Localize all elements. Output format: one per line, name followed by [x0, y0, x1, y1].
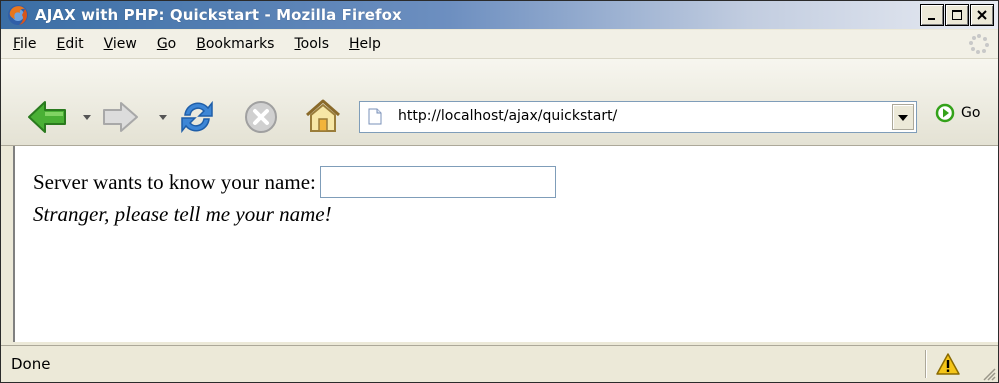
- firefox-logo-icon: [8, 5, 28, 25]
- name-prompt-label: Server wants to know your name:: [33, 169, 316, 194]
- minimize-icon: [928, 18, 935, 20]
- status-text: Done: [11, 355, 51, 373]
- maximize-icon: [952, 10, 962, 20]
- name-input[interactable]: [319, 166, 556, 198]
- forward-dropdown-icon[interactable]: [159, 115, 167, 120]
- url-bar[interactable]: http://localhost/ajax/quickstart/: [359, 101, 917, 133]
- menu-view[interactable]: View: [96, 36, 145, 52]
- menu-file[interactable]: File: [5, 36, 44, 52]
- close-icon: [977, 10, 987, 20]
- response-message: Stranger, please tell me your name!: [33, 202, 332, 226]
- back-arrow-icon[interactable]: [25, 97, 69, 137]
- home-icon[interactable]: [301, 95, 345, 137]
- chevron-down-icon: [898, 115, 908, 121]
- navigation-toolbar: http://localhost/ajax/quickstart/ Go: [1, 59, 998, 146]
- browser-window: AJAX with PHP: Quickstart - Mozilla Fire…: [0, 0, 999, 383]
- menu-go[interactable]: Go: [149, 36, 184, 52]
- url-history-dropdown[interactable]: [892, 104, 914, 130]
- status-separator: [925, 350, 926, 378]
- minimize-button[interactable]: [920, 4, 944, 26]
- menu-help[interactable]: Help: [341, 36, 389, 52]
- maximize-button[interactable]: [945, 4, 969, 26]
- go-arrow-icon: [935, 103, 955, 123]
- go-button[interactable]: Go: [935, 103, 980, 123]
- close-button[interactable]: [970, 4, 994, 26]
- title-bar[interactable]: AJAX with PHP: Quickstart - Mozilla Fire…: [1, 1, 998, 29]
- page-content: Server wants to know your name: Stranger…: [13, 146, 998, 342]
- menu-edit[interactable]: Edit: [48, 36, 91, 52]
- menu-bookmarks[interactable]: Bookmarks: [188, 36, 282, 52]
- window-title: AJAX with PHP: Quickstart - Mozilla Fire…: [35, 6, 402, 24]
- name-prompt-row: Server wants to know your name:: [33, 166, 556, 198]
- back-dropdown-icon[interactable]: [83, 115, 91, 120]
- menu-tools[interactable]: Tools: [286, 36, 337, 52]
- forward-arrow-icon[interactable]: [101, 99, 141, 135]
- throbber-icon: [969, 34, 989, 54]
- url-text[interactable]: http://localhost/ajax/quickstart/: [398, 108, 617, 124]
- window-controls: [919, 4, 994, 26]
- status-bar: Done: [1, 345, 998, 382]
- page-icon: [368, 108, 382, 125]
- go-label: Go: [961, 105, 981, 121]
- menu-bar: File Edit View Go Bookmarks Tools Help: [1, 30, 998, 59]
- reload-icon[interactable]: [177, 97, 217, 137]
- resize-grip-icon[interactable]: [980, 365, 996, 381]
- stop-icon[interactable]: [241, 97, 281, 137]
- warning-icon[interactable]: [935, 352, 961, 376]
